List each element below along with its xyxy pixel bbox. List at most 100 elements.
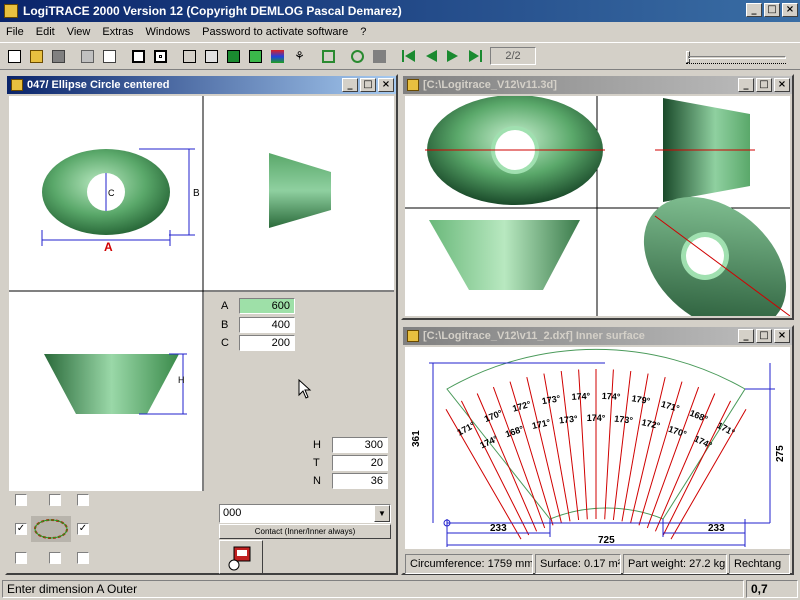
dim-h-input[interactable]: 300 [332, 437, 388, 453]
page-indicator: 2/2 [490, 47, 536, 65]
cube-solid-icon[interactable] [245, 46, 266, 67]
menu-edit[interactable]: Edit [30, 26, 61, 38]
export-button[interactable] [219, 540, 263, 574]
toolbar: ⚘ 2/2 [0, 42, 800, 70]
new-file-icon[interactable] [4, 46, 25, 67]
menu-file[interactable]: File [0, 26, 30, 38]
dim-b-input[interactable]: 400 [239, 317, 295, 333]
weight-info: Part weight: 27.2 kg [623, 554, 727, 574]
next-page-icon[interactable] [442, 46, 463, 67]
circumference-info: Circumference: 1759 mm [405, 554, 533, 574]
last-page-icon[interactable] [464, 46, 485, 67]
dim-left-label: 233 [490, 523, 507, 534]
dxf-window-title: [C:\Logitrace_V12\v11_2.dxf] Inner surfa… [423, 330, 645, 342]
dim-a-label: A [221, 300, 229, 312]
dim-side-label: 275 [775, 445, 786, 462]
menu-password[interactable]: Password to activate software [196, 26, 354, 38]
window-maximize-button[interactable]: □ [756, 329, 772, 343]
3d-drawing-view[interactable] [405, 96, 790, 316]
rotate-icon[interactable] [347, 46, 368, 67]
window-maximize-button[interactable]: □ [756, 78, 772, 92]
dim-a-input[interactable]: 600 [239, 298, 295, 314]
prev-page-icon[interactable] [420, 46, 441, 67]
angle-label: 174° [587, 413, 606, 423]
label-b: B [193, 188, 200, 199]
first-page-icon[interactable] [398, 46, 419, 67]
app-titlebar: LogiTRACE 2000 Version 12 (Copyright DEM… [0, 0, 800, 22]
checkbox-bottom-right[interactable] [77, 552, 89, 564]
checkbox-bottom-left[interactable] [15, 552, 27, 564]
minimize-button[interactable]: _ [746, 3, 762, 17]
flat-pattern-drawing: 171°174°170°168°172°171°173°173°174°174°… [411, 348, 786, 547]
3d-drawing [405, 96, 790, 316]
menu-view[interactable]: View [61, 26, 97, 38]
cube-shaded-icon[interactable] [223, 46, 244, 67]
3d-window-titlebar: [C:\Logitrace_V12\v11.3d] _ □ × [403, 76, 792, 94]
menu-help[interactable]: ? [354, 26, 372, 38]
colors-icon[interactable] [267, 46, 288, 67]
cube-wire-icon[interactable] [179, 46, 200, 67]
status-value: 0,7 [746, 580, 798, 598]
zoom-slider[interactable] [686, 48, 786, 66]
status-bar: Enter dimension A Outer 0,7 [0, 578, 800, 600]
cube-outline-icon[interactable] [201, 46, 222, 67]
contact-combo[interactable]: 000 ▼ [219, 504, 391, 523]
window-icon [11, 79, 23, 91]
frame-icon[interactable] [318, 46, 339, 67]
open-folder-icon[interactable] [26, 46, 47, 67]
surface-info: Surface: 0.17 m² [535, 554, 621, 574]
dim-t-input[interactable]: 20 [332, 455, 388, 471]
dim-c-label: C [221, 337, 229, 349]
page-grid-icon[interactable] [150, 46, 171, 67]
angle-label: 173° [559, 413, 579, 425]
3d-window: [C:\Logitrace_V12\v11.3d] _ □ × [401, 74, 794, 320]
dxf-drawing-view[interactable]: 171° 174° 170° 168° 172° 171° 173° 173° 174° 174°… [405, 347, 790, 549]
ellipse-window: 047/ Ellipse Circle centered _ □ × A B C… [5, 74, 398, 575]
window-icon [407, 79, 419, 91]
window-minimize-button[interactable]: _ [342, 78, 358, 92]
window-close-button[interactable]: × [774, 329, 790, 343]
dim-right-label: 233 [708, 523, 725, 534]
angle-label: 174° [601, 391, 621, 402]
dim-b-label: B [221, 319, 229, 331]
window-minimize-button[interactable]: _ [738, 329, 754, 343]
dxf-window-titlebar: [C:\Logitrace_V12\v11_2.dxf] Inner surfa… [403, 327, 792, 345]
ellipse-window-title: 047/ Ellipse Circle centered [27, 79, 170, 91]
menu-extras[interactable]: Extras [96, 26, 139, 38]
window-close-button[interactable]: × [774, 78, 790, 92]
label-c: C [108, 188, 115, 198]
window-minimize-button[interactable]: _ [738, 78, 754, 92]
ellipse-shape-icon[interactable] [31, 516, 71, 542]
close-button[interactable]: × [782, 3, 798, 17]
checkbox-top-right[interactable] [77, 494, 89, 506]
shape-info: Rechtang [729, 554, 790, 574]
info-icon[interactable] [369, 46, 390, 67]
label-h: H [178, 375, 185, 385]
menu-windows[interactable]: Windows [140, 26, 197, 38]
checkbox-middle-left[interactable]: ✓ [15, 523, 27, 535]
checkbox-middle-right[interactable]: ✓ [77, 523, 89, 535]
ellipse-window-titlebar: 047/ Ellipse Circle centered _ □ × [7, 76, 396, 94]
checkbox-bottom-center[interactable] [49, 552, 61, 564]
dim-n-input[interactable]: 36 [332, 473, 388, 489]
tree-icon[interactable]: ⚘ [289, 46, 310, 67]
copy-icon[interactable] [99, 46, 120, 67]
dim-n-label: N [313, 475, 321, 487]
window-icon [407, 330, 419, 342]
window-close-button[interactable]: × [378, 78, 394, 92]
chevron-down-icon[interactable]: ▼ [374, 505, 390, 522]
angle-label: 173° [614, 414, 634, 426]
print-icon[interactable] [77, 46, 98, 67]
save-icon[interactable] [48, 46, 69, 67]
checkbox-top-center[interactable] [49, 494, 61, 506]
maximize-button[interactable]: □ [764, 3, 780, 17]
label-a: A [104, 240, 113, 254]
mouse-cursor-icon [298, 379, 312, 399]
dim-c-input[interactable]: 200 [239, 335, 295, 351]
checkbox-top-left[interactable] [15, 494, 27, 506]
page-single-icon[interactable] [128, 46, 149, 67]
contact-button[interactable]: Contact (Inner/Inner always) [219, 524, 391, 539]
dim-h-label: H [313, 439, 321, 451]
angle-label: 174° [571, 391, 591, 402]
window-maximize-button[interactable]: □ [360, 78, 376, 92]
